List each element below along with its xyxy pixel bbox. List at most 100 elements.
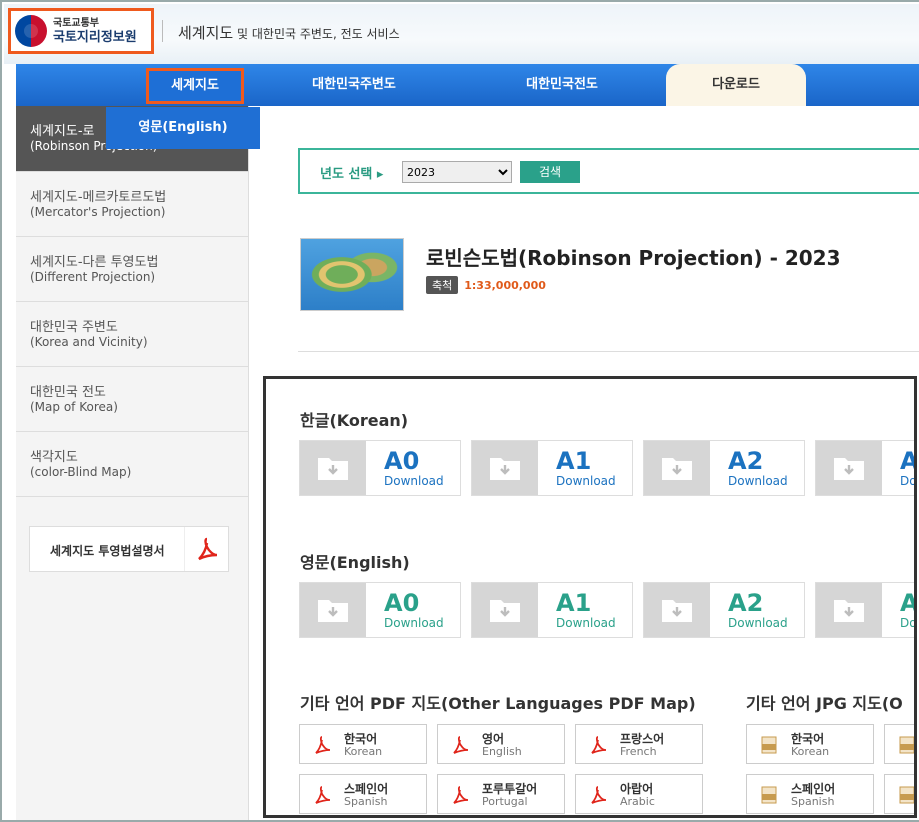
jpg-lang-next[interactable]: [884, 724, 914, 764]
folder-download-icon: [816, 583, 882, 637]
folder-download-icon: [644, 441, 710, 495]
paper-size: A3: [900, 447, 917, 475]
manual-label: 세계지도 투영법설명서: [50, 544, 165, 558]
lang-en: Spanish: [791, 795, 835, 808]
jpg-icon: [759, 785, 779, 809]
paper-size: A0: [384, 447, 420, 475]
other-jpg-heading: 기타 언어 JPG 지도(O: [746, 694, 903, 713]
download-label: Download: [728, 616, 788, 630]
folder-download-icon: [300, 441, 366, 495]
lang-en: Spanish: [344, 795, 388, 808]
ngii-logo[interactable]: 국토교통부 국토지리정보원: [8, 8, 154, 54]
lang-en: French: [620, 745, 657, 758]
pdf-lang-spanish[interactable]: 스페인어 Spanish: [299, 774, 427, 814]
pdf-icon: [450, 735, 470, 759]
scale-badge: 축척: [426, 276, 459, 294]
lang-en: Portugal: [482, 795, 528, 808]
folder-download-icon: [472, 441, 538, 495]
sidebar-label: 세계지도-메르카토르도법: [30, 190, 167, 205]
sidebar-label-en: (color-Blind Map): [30, 465, 132, 479]
pdf-icon: [312, 785, 332, 809]
paper-size: A2: [728, 589, 764, 617]
pdf-lang-arabic[interactable]: 아랍어 Arabic: [575, 774, 703, 814]
projection-manual-button[interactable]: 세계지도 투영법설명서: [29, 526, 229, 572]
download-card-a1[interactable]: A1 Download: [471, 440, 633, 496]
search-button[interactable]: 검색: [520, 161, 580, 183]
lang-en: Arabic: [620, 795, 655, 808]
sidebar-item-korea-map[interactable]: 대한민국 전도 (Map of Korea): [16, 367, 248, 432]
download-label: Download: [728, 474, 788, 488]
download-card-a0[interactable]: A0 Download: [299, 440, 461, 496]
download-label: Download: [556, 616, 616, 630]
download-label: Do: [900, 474, 917, 488]
nav-korea-vicinity[interactable]: 대한민국주변도: [284, 64, 424, 106]
folder-download-icon: [644, 583, 710, 637]
download-card-a1[interactable]: A1 Download: [471, 582, 633, 638]
jpg-lang-korean[interactable]: 한국어 Korean: [746, 724, 874, 764]
download-card-a3[interactable]: A3Do: [815, 582, 917, 638]
pdf-icon: [588, 735, 608, 759]
download-card-a2[interactable]: A2 Download: [643, 440, 805, 496]
jpg-lang-next[interactable]: [884, 774, 914, 814]
sidebar-label: 대한민국 주변도: [30, 320, 118, 335]
map-thumbnail: [300, 238, 404, 311]
lang-en: English: [482, 745, 522, 758]
year-label: 년도 선택 ▸: [320, 167, 384, 182]
dropdown-english[interactable]: 영문(English): [106, 107, 260, 149]
pdf-icon: [588, 785, 608, 809]
jpg-icon: [897, 735, 914, 759]
year-select[interactable]: 2023: [402, 161, 512, 183]
download-card-a3[interactable]: A3Do: [815, 440, 917, 496]
taegeuk-emblem-icon: [15, 15, 47, 47]
pdf-lang-portugal[interactable]: 포루투갈어 Portugal: [437, 774, 565, 814]
paper-size: A0: [384, 589, 420, 617]
pdf-lang-french[interactable]: 프랑스어 French: [575, 724, 703, 764]
download-label: Download: [384, 474, 444, 488]
folder-download-icon: [816, 441, 882, 495]
sidebar-label: 세계지도-로: [30, 124, 95, 139]
jpg-icon: [759, 735, 779, 759]
folder-download-icon: [300, 583, 366, 637]
paper-size: A1: [556, 589, 592, 617]
nav-download[interactable]: 다운로드: [666, 64, 806, 106]
download-card-a2[interactable]: A2 Download: [643, 582, 805, 638]
download-label: Download: [556, 474, 616, 488]
other-pdf-heading: 기타 언어 PDF 지도(Other Languages PDF Map): [300, 694, 696, 713]
site-title: 세계지도 및 대한민국 주변도, 전도 서비스: [178, 24, 400, 42]
sidebar-item-different[interactable]: 세계지도-다른 투영도법 (Different Projection): [16, 237, 248, 302]
jpg-icon: [897, 785, 914, 809]
download-label: Do: [900, 616, 917, 630]
paper-size: A3: [900, 589, 917, 617]
download-section: 한글(Korean) A0 Download A1 Download A2 Downloa…: [263, 376, 917, 818]
sidebar-item-colorblind[interactable]: 색각지도 (color-Blind Map): [16, 432, 248, 497]
header-divider: [162, 20, 163, 42]
sidebar-label: 색각지도: [30, 450, 78, 465]
download-card-a0[interactable]: A0 Download: [299, 582, 461, 638]
nav-world-map[interactable]: 세계지도: [146, 68, 244, 104]
product-title: 로빈슨도법(Robinson Projection) - 2023: [426, 246, 841, 270]
sidebar-label-en: (Mercator's Projection): [30, 205, 166, 219]
year-search-bar: 년도 선택 ▸ 2023 검색: [298, 148, 919, 194]
nav-korea-map[interactable]: 대한민국전도: [492, 64, 632, 106]
jpg-lang-spanish[interactable]: 스페인어 Spanish: [746, 774, 874, 814]
sidebar-item-mercator[interactable]: 세계지도-메르카토르도법 (Mercator's Projection): [16, 172, 248, 237]
sidebar: 세계지도-로 (Robinson Projection) 세계지도-메르카토르도법…: [16, 106, 249, 820]
org-name: 국토지리정보원: [53, 29, 137, 45]
lang-en: Korean: [344, 745, 383, 758]
pdf-lang-korean[interactable]: 한국어 Korean: [299, 724, 427, 764]
paper-size: A2: [728, 447, 764, 475]
org-small: 국토교통부: [53, 17, 99, 29]
sidebar-label-en: (Map of Korea): [30, 400, 118, 414]
pdf-icon: [184, 527, 228, 571]
korean-heading: 한글(Korean): [300, 411, 409, 430]
browser-frame: 국토교통부 국토지리정보원 세계지도 및 대한민국 주변도, 전도 서비스 세계…: [0, 0, 919, 822]
site-header: 국토교통부 국토지리정보원 세계지도 및 대한민국 주변도, 전도 서비스: [4, 4, 919, 64]
sidebar-label: 세계지도-다른 투영도법: [30, 255, 159, 270]
sidebar-item-korea-vicinity[interactable]: 대한민국 주변도 (Korea and Vicinity): [16, 302, 248, 367]
paper-size: A1: [556, 447, 592, 475]
sidebar-label-en: (Different Projection): [30, 270, 156, 284]
divider: [298, 351, 919, 352]
pdf-lang-english[interactable]: 영어 English: [437, 724, 565, 764]
sidebar-label-en: (Korea and Vicinity): [30, 335, 148, 349]
download-label: Download: [384, 616, 444, 630]
